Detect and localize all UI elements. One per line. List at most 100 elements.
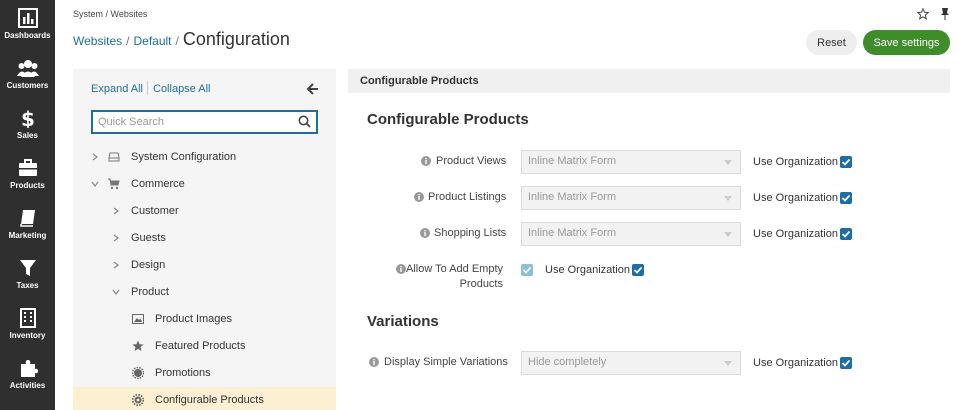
- search-icon[interactable]: [298, 115, 311, 128]
- checkmark-icon: [841, 359, 851, 367]
- select-value: Hide completely: [528, 356, 607, 368]
- nav-item-sales[interactable]: $ Sales: [0, 100, 55, 150]
- users-icon: [16, 60, 39, 77]
- cart-icon: [108, 178, 120, 190]
- field-label-line: Products: [459, 278, 503, 290]
- chevron-down-icon: [724, 232, 732, 237]
- checkmark-icon: [522, 266, 532, 274]
- chevron-down-icon: [724, 160, 732, 165]
- nav-item-inventory[interactable]: Inventory: [0, 300, 55, 350]
- tree-item-commerce[interactable]: Commerce: [73, 171, 336, 198]
- collapse-all-link[interactable]: Collapse All: [153, 83, 210, 95]
- select-value: Inline Matrix Form: [528, 155, 617, 167]
- breadcrumb-link-websites[interactable]: Websites: [73, 34, 122, 48]
- shopping-lists-select[interactable]: Inline Matrix Form: [521, 222, 741, 246]
- dollar-icon: $: [21, 108, 35, 128]
- use-organization-label: Use Organization: [753, 357, 838, 369]
- chevron-right-icon: [113, 234, 119, 242]
- use-organization-checkbox-shopping-lists[interactable]: [840, 228, 852, 240]
- display-simple-variations-select[interactable]: Hide completely: [521, 351, 741, 375]
- checkmark-icon: [841, 158, 851, 166]
- info-icon[interactable]: [369, 357, 379, 367]
- tree-item-featured-products[interactable]: Featured Products: [73, 333, 336, 360]
- tree-item-label: System Configuration: [131, 151, 237, 163]
- nav-label: Marketing: [8, 231, 47, 240]
- nav-label: Dashboards: [4, 31, 51, 40]
- nav-label: Inventory: [9, 331, 46, 340]
- nav-item-products[interactable]: Products: [0, 150, 55, 200]
- info-icon[interactable]: [420, 228, 430, 238]
- chevron-right-icon: [92, 153, 98, 161]
- favorite-star-icon[interactable]: [917, 8, 929, 20]
- nav-item-dashboards[interactable]: Dashboards: [0, 0, 55, 50]
- gear-icon: [132, 394, 144, 406]
- product-listings-select[interactable]: Inline Matrix Form: [521, 186, 741, 210]
- checkmark-icon: [841, 194, 851, 202]
- checkmark-icon: [633, 266, 643, 274]
- chevron-right-icon: [113, 207, 119, 215]
- chevron-down-icon: [724, 196, 732, 201]
- expand-all-link[interactable]: Expand All: [91, 83, 143, 95]
- quick-search-input[interactable]: [93, 112, 283, 132]
- breadcrumb-link-default[interactable]: Default: [133, 34, 171, 48]
- briefcase-icon: [18, 159, 37, 176]
- info-icon[interactable]: [421, 156, 431, 166]
- nav-item-taxes[interactable]: Taxes: [0, 250, 55, 300]
- reset-button[interactable]: Reset: [806, 30, 857, 55]
- tree-item-design[interactable]: Design: [73, 252, 336, 279]
- nav-item-marketing[interactable]: Marketing: [0, 200, 55, 250]
- panel-header-title: Configurable Products: [360, 75, 479, 87]
- field-label-product-listings: Product Listings: [428, 191, 507, 203]
- tree-item-customer[interactable]: Customer: [73, 198, 336, 225]
- info-icon[interactable]: [414, 192, 424, 202]
- nav-label: Customers: [6, 81, 49, 90]
- svg-text:$: $: [21, 108, 35, 128]
- checkmark-icon: [841, 230, 851, 238]
- arrow-left-icon[interactable]: [306, 82, 320, 96]
- nav-item-customers[interactable]: Customers: [0, 50, 55, 100]
- use-organization-checkbox-product-listings[interactable]: [840, 192, 852, 204]
- chevron-down-icon: [724, 361, 732, 366]
- title-row: Websites / Default / Configuration: [73, 29, 290, 50]
- tree-item-label: Product: [131, 286, 169, 298]
- section-title-variations: Variations: [367, 313, 439, 330]
- nav-label: Activities: [9, 381, 46, 390]
- use-organization-label: Use Organization: [545, 264, 630, 276]
- tree-item-product-images[interactable]: Product Images: [73, 306, 336, 333]
- tree-item-product[interactable]: Product: [73, 279, 336, 306]
- use-organization-label: Use Organization: [753, 192, 838, 204]
- breadcrumb: System / Websites: [73, 9, 148, 19]
- tree-item-system-configuration[interactable]: System Configuration: [73, 144, 336, 171]
- tree-item-guests[interactable]: Guests: [73, 225, 336, 252]
- section-title-configurable-products: Configurable Products: [367, 111, 529, 128]
- filter-icon: [19, 260, 36, 276]
- nav-item-activities[interactable]: Activities: [0, 350, 55, 400]
- chevron-right-icon: [113, 261, 119, 269]
- cog-icon: [132, 367, 144, 379]
- use-organization-checkbox-variations[interactable]: [840, 357, 852, 369]
- image-icon: [132, 314, 144, 324]
- use-organization-label: Use Organization: [753, 156, 838, 168]
- allow-empty-products-checkbox[interactable]: [521, 264, 533, 276]
- field-label-allow-empty-products: Allow To Add Empty Products: [404, 262, 503, 292]
- product-views-select[interactable]: Inline Matrix Form: [521, 150, 741, 174]
- main-nav: Dashboards Customers $ Sales Products Ma…: [0, 0, 55, 410]
- field-label-line: Allow To Add Empty: [405, 263, 503, 275]
- tree-item-configurable-products[interactable]: Configurable Products: [73, 387, 336, 410]
- book-icon: [19, 210, 35, 227]
- tree-item-label: Design: [131, 259, 166, 271]
- tree-item-promotions[interactable]: Promotions: [73, 360, 336, 387]
- config-sidebar: Expand All Collapse All System Configura…: [73, 69, 336, 410]
- save-settings-button[interactable]: Save settings: [863, 30, 950, 55]
- select-value: Inline Matrix Form: [528, 191, 617, 203]
- tree-item-label: Configurable Products: [155, 394, 264, 406]
- breadcrumb-separator: /: [126, 34, 130, 48]
- chevron-down-icon: [112, 289, 120, 295]
- tree-item-label: Commerce: [131, 178, 185, 190]
- field-label-display-simple-variations: Display Simple Variations: [384, 356, 508, 368]
- tree-item-label: Promotions: [155, 367, 211, 379]
- pin-icon[interactable]: [940, 8, 950, 20]
- use-organization-checkbox-empty-products[interactable]: [632, 264, 644, 276]
- use-organization-checkbox-product-views[interactable]: [840, 156, 852, 168]
- building-icon: [19, 308, 36, 328]
